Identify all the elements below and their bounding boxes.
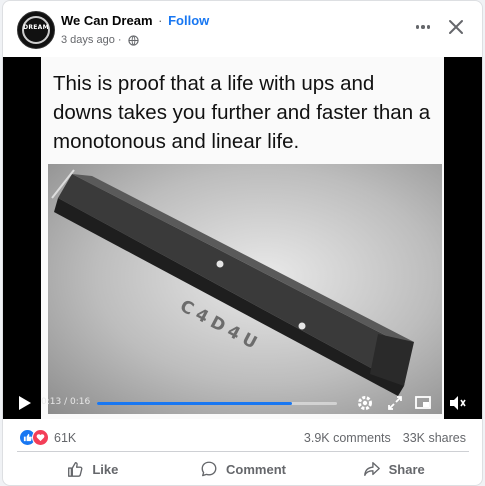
follow-button[interactable]: Follow xyxy=(168,13,209,28)
like-button[interactable]: Like xyxy=(17,453,168,485)
like-label: Like xyxy=(92,461,119,477)
expand-icon[interactable] xyxy=(385,393,405,413)
post-header: DREAM We Can Dream · Follow 3 days ago · xyxy=(3,1,482,57)
progress-bar[interactable] xyxy=(97,402,337,405)
globe-icon xyxy=(127,34,139,46)
settings-gear-icon[interactable] xyxy=(355,393,375,413)
comment-label: Comment xyxy=(226,461,286,477)
comments-count-link[interactable]: 3.9K comments xyxy=(304,431,391,445)
progress-fill xyxy=(97,402,292,405)
meta-separator: · xyxy=(117,34,122,46)
comment-button[interactable]: Comment xyxy=(168,453,319,485)
more-options-icon[interactable] xyxy=(411,15,435,39)
love-reaction-icon xyxy=(32,429,49,446)
share-arrow-icon xyxy=(363,462,380,476)
post-meta: 3 days ago · xyxy=(61,34,139,46)
page-avatar[interactable]: DREAM xyxy=(17,11,55,49)
video-player[interactable]: This is proof that a life with ups and d… xyxy=(3,57,482,419)
post-timestamp[interactable]: 3 days ago xyxy=(61,34,115,46)
video-frame: This is proof that a life with ups and d… xyxy=(41,57,444,419)
video-time: 0:13 / 0:16 xyxy=(41,397,91,407)
page-name-row: We Can Dream · Follow xyxy=(61,13,209,28)
video-controls: 0:13 / 0:16 xyxy=(3,387,482,419)
avatar-logo-text: DREAM xyxy=(23,24,49,31)
post-stats: 61K 3.9K comments 33K shares xyxy=(3,419,482,455)
close-icon[interactable] xyxy=(443,14,469,40)
page-name-link[interactable]: We Can Dream xyxy=(61,13,153,28)
video-caption-text: This is proof that a life with ups and d… xyxy=(53,72,431,153)
actions-divider xyxy=(17,451,469,452)
post-card: DREAM We Can Dream · Follow 3 days ago ·… xyxy=(2,0,483,486)
video-scene: C4D4U xyxy=(48,164,442,414)
ramp-illustration xyxy=(51,169,414,396)
engagement-counts: 3.9K comments 33K shares xyxy=(304,431,466,445)
miniplayer-icon[interactable] xyxy=(413,393,433,413)
share-button[interactable]: Share xyxy=(318,453,469,485)
share-label: Share xyxy=(388,461,425,477)
post-actions: Like Comment Share xyxy=(17,453,469,485)
shares-count-link[interactable]: 33K shares xyxy=(403,431,466,445)
volume-muted-icon[interactable] xyxy=(447,393,467,413)
comment-bubble-icon xyxy=(201,461,217,477)
name-separator: · xyxy=(158,13,163,28)
thumbs-up-icon xyxy=(68,462,83,477)
play-icon[interactable] xyxy=(19,396,31,410)
reactions-summary[interactable]: 61K xyxy=(19,429,76,446)
reactions-count: 61K xyxy=(54,430,77,445)
